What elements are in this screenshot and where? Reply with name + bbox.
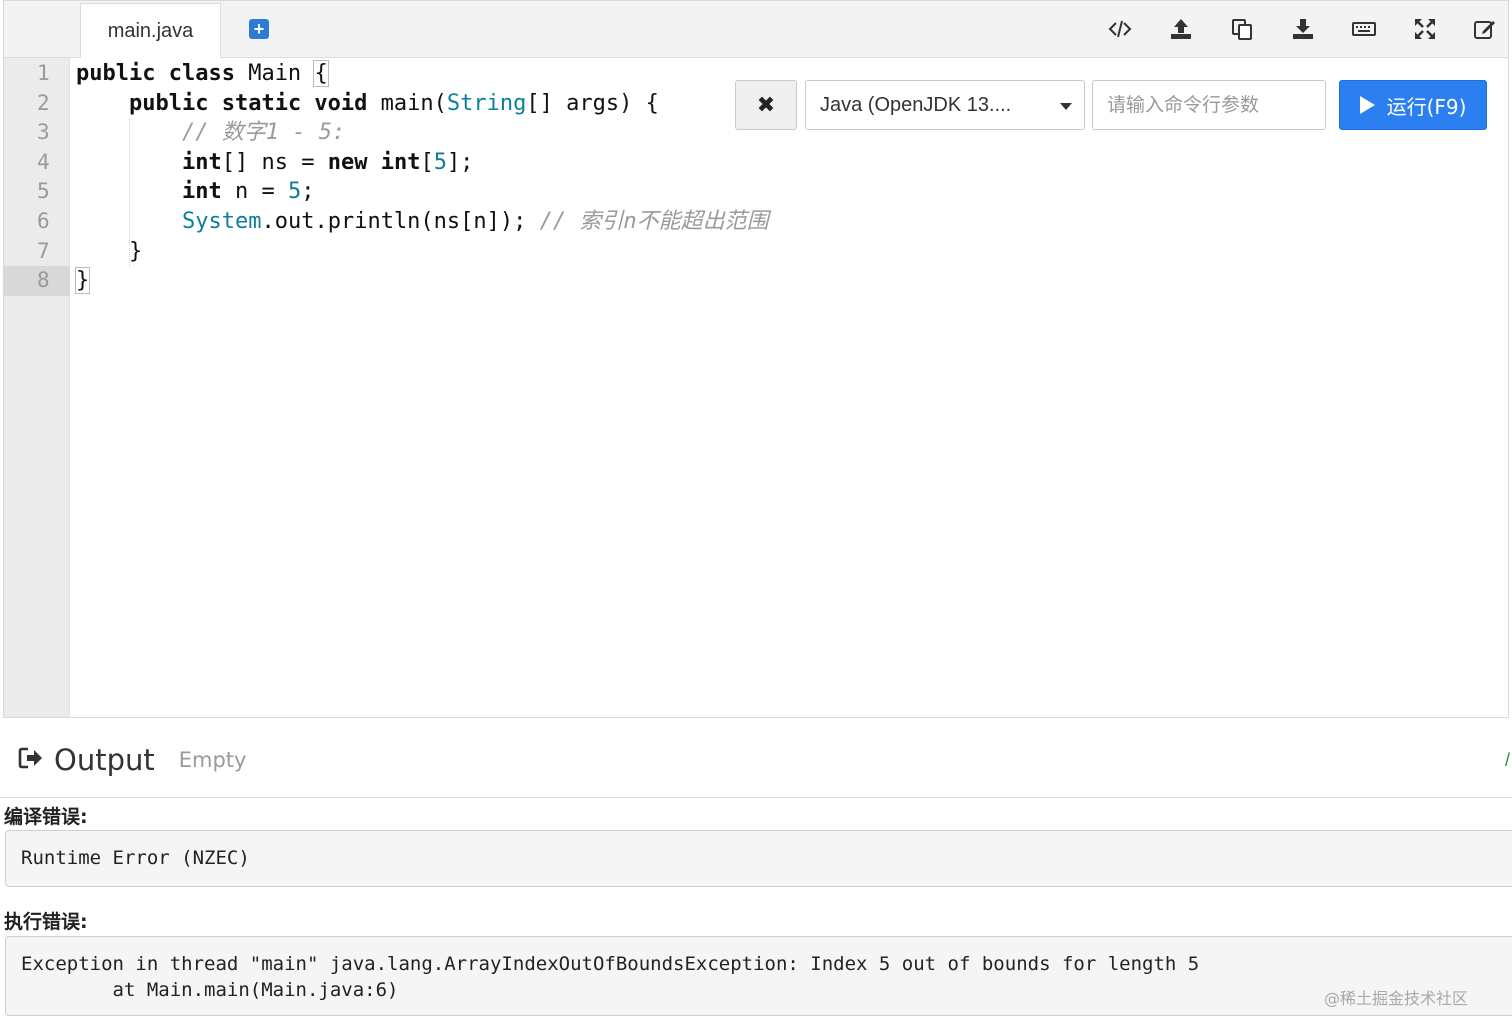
line-number: 5 [37,179,50,204]
line-number: 6 [37,209,50,233]
run-button-label: 运行(F9) [1386,94,1467,119]
command-args-input[interactable] [1092,80,1326,130]
download-icon[interactable] [1289,15,1317,43]
fullscreen-icon[interactable] [1411,15,1439,43]
status-indicator: / [1505,750,1511,770]
runtime-error-box: Exception in thread "main" java.lang.Arr… [5,936,1512,1016]
line-number: 4 [37,149,50,174]
output-header: Output Empty [18,740,246,780]
code-icon[interactable] [1106,15,1134,43]
output-divider [0,797,1512,798]
tab-main-java[interactable]: main.java [80,3,221,58]
run-button[interactable]: 运行(F9) [1339,80,1487,130]
code-line-3: // 数字1 - 5: [182,120,346,146]
runtime-error-label: 执行错误: [4,911,88,933]
play-icon [1359,96,1375,114]
add-tab-icon[interactable]: + [249,19,269,39]
clear-button[interactable]: ✖ [735,80,797,130]
compile-error-text: Runtime Error (NZEC) [21,847,250,869]
caret-down-icon [1060,103,1072,110]
output-status: Empty [178,748,247,772]
tab-label: main.java [107,19,194,42]
runtime-error-line: Exception in thread "main" java.lang.Arr… [21,953,1200,975]
code-line-8: } [74,267,91,295]
copy-icon[interactable] [1228,15,1256,43]
upload-icon[interactable] [1167,15,1195,43]
line-number: 1 [37,61,50,85]
watermark: @稀土掘金技术社区 [1324,989,1469,1008]
keyboard-icon[interactable] [1350,15,1378,43]
compile-error-label: 编译错误: [4,806,88,828]
edit-icon[interactable] [1471,15,1499,43]
code-line-7: } [129,238,143,264]
language-select-value: Java (OpenJDK 13.... [820,94,1012,116]
editor-tabbar: main.java + [4,1,1508,58]
line-number: 7 [37,238,50,263]
code-line-1: public class Main { [76,60,329,87]
output-title: Output [54,743,155,777]
compile-error-box: Runtime Error (NZEC) [5,830,1512,887]
code-line-6: System.out.println(ns[n]); // 索引n不能超出范围 [182,209,769,234]
line-number-gutter: 1 2 3 4 5 6 7 8 [4,58,70,717]
code-line-2: public static void main(String[] args) { [129,90,659,116]
sign-out-icon [18,746,44,775]
line-number: 2 [37,90,50,115]
code-line-5: int n = 5; [182,179,315,205]
language-select[interactable]: Java (OpenJDK 13.... [805,80,1085,130]
line-number-active: 8 [4,266,70,296]
code-line-4: int[] ns = new int[5]; [182,149,474,175]
runtime-error-line: at Main.main(Main.java:6) [21,979,399,1001]
line-number: 3 [37,120,50,145]
